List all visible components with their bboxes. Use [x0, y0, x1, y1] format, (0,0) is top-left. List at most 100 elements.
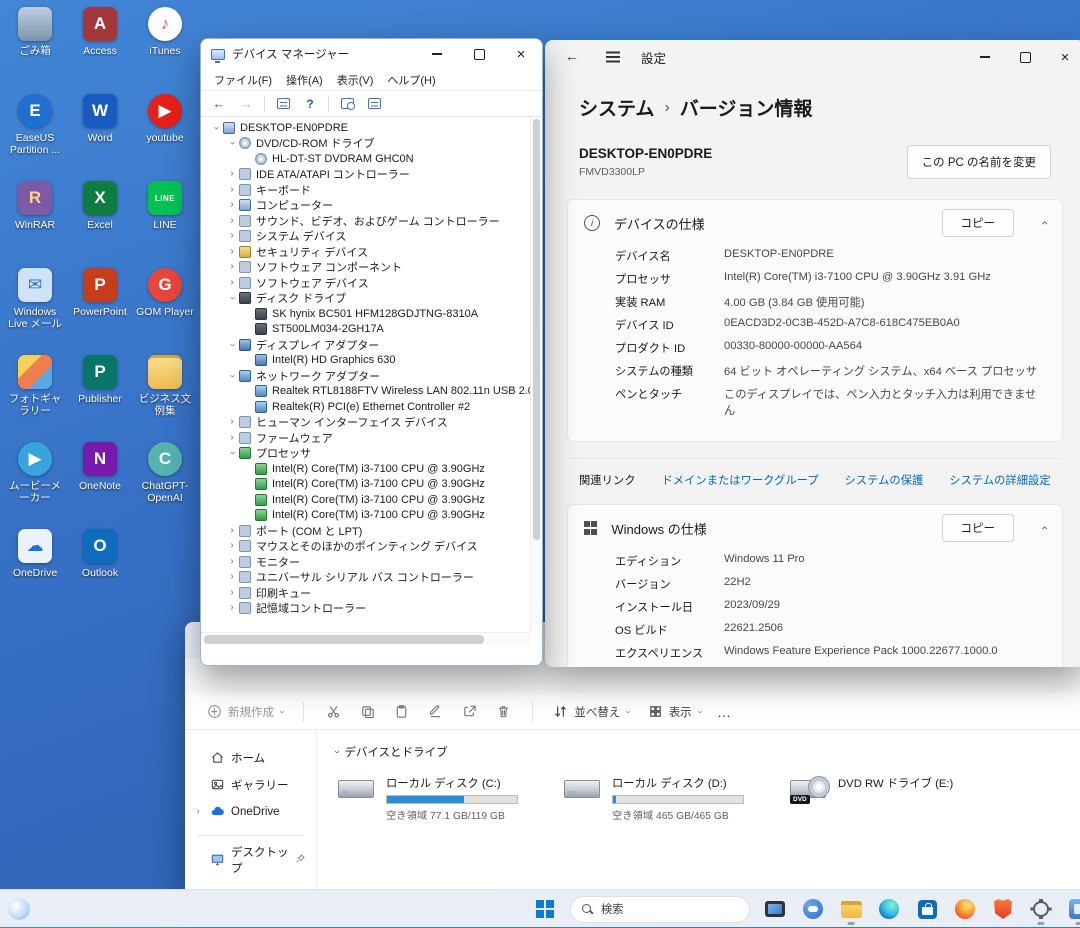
collapse-icon[interactable]: › [227, 369, 237, 383]
tree-item[interactable]: Intel(R) Core(TM) i3-7100 CPU @ 3.90GHz [201, 492, 530, 508]
expand-icon[interactable]: › [193, 806, 203, 817]
cut-icon[interactable] [318, 699, 348, 725]
drive-item[interactable]: DVD RW ドライブ (E:) [787, 772, 999, 825]
desktop-icon-recycle-bin[interactable]: ごみ箱 [4, 7, 66, 89]
copy-device-spec-button[interactable]: コピー [942, 209, 1015, 237]
expand-icon[interactable]: › [225, 262, 239, 272]
tree-item[interactable]: ›DESKTOP-EN0PDRE [201, 120, 530, 136]
expand-icon[interactable]: › [225, 200, 239, 210]
expand-icon[interactable]: › [225, 169, 239, 179]
expand-icon[interactable]: › [225, 541, 239, 551]
collapse-icon[interactable]: › [332, 750, 342, 753]
expand-icon[interactable]: › [225, 557, 239, 567]
tree-item[interactable]: ›IDE ATA/ATAPI コントローラー [201, 167, 530, 183]
menu-help[interactable]: ヘルプ(H) [380, 72, 442, 88]
desktop-icon-line[interactable]: LINELINE [134, 181, 196, 263]
settings-taskbar-button[interactable] [1024, 892, 1058, 926]
expand-icon[interactable]: › [225, 231, 239, 241]
tree-item[interactable]: ›セキュリティ デバイス [201, 244, 530, 260]
desktop-icon-gom-player[interactable]: GGOM Player [134, 268, 196, 350]
drive-item[interactable]: ローカル ディスク (D:)空き領域 465 GB/465 GB [561, 772, 773, 825]
collapse-icon[interactable]: › [227, 446, 237, 460]
chevron-up-icon[interactable]: › [1037, 221, 1051, 225]
edge-taskbar-button[interactable] [872, 892, 906, 926]
close-button[interactable] [1045, 40, 1080, 74]
desktop-icon-winrar[interactable]: RWinRAR [4, 181, 66, 263]
maximize-button[interactable] [458, 39, 500, 69]
tree-item[interactable]: Intel(R) Core(TM) i3-7100 CPU @ 3.90GHz [201, 477, 530, 493]
paste-icon[interactable] [386, 699, 416, 725]
tree-item[interactable]: ›印刷キュー [201, 585, 530, 601]
explorer-taskbar-button[interactable] [834, 892, 868, 926]
tree-item[interactable]: ›サウンド、ビデオ、およびゲーム コントローラー [201, 213, 530, 229]
widgets-icon[interactable] [8, 898, 30, 920]
expand-icon[interactable]: › [225, 572, 239, 582]
rename-icon[interactable] [420, 699, 450, 725]
related-link[interactable]: ドメインまたはワークグループ [662, 472, 819, 488]
desktop-icon-word[interactable]: WWord [69, 94, 131, 176]
copy-windows-spec-button[interactable]: コピー [942, 514, 1015, 542]
desktop-icon-chatgpt[interactable]: CChatGPT-OpenAI [134, 442, 196, 524]
close-button[interactable] [500, 39, 542, 69]
tree-item[interactable]: Realtek RTL8188FTV Wireless LAN 802.11n … [201, 384, 530, 400]
scrollbar-thumb[interactable] [204, 635, 484, 644]
chevron-up-icon[interactable]: › [1037, 526, 1051, 530]
scan-hardware-button[interactable] [335, 93, 359, 114]
tree-item[interactable]: ›マウスとそのほかのポインティング デバイス [201, 539, 530, 555]
expand-icon[interactable]: › [225, 278, 239, 288]
start-button[interactable] [528, 892, 562, 926]
desktop-icon-excel[interactable]: XExcel [69, 181, 131, 263]
menu-view[interactable]: 表示(V) [330, 72, 381, 88]
section-header-devices-and-drives[interactable]: › デバイスとドライブ [335, 744, 1080, 760]
tree-item[interactable]: ›ヒューマン インターフェイス デバイス [201, 415, 530, 431]
desktop-icon-easeus-partition[interactable]: EEaseUS Partition ... [4, 94, 66, 176]
store-taskbar-button[interactable] [910, 892, 944, 926]
tree-item[interactable]: ›ユニバーサル シリアル バス コントローラー [201, 570, 530, 586]
menu-action[interactable]: 操作(A) [279, 72, 330, 88]
collapse-icon[interactable]: › [211, 121, 221, 135]
firefox-taskbar-button[interactable] [948, 892, 982, 926]
collapse-icon[interactable]: › [227, 291, 237, 305]
chat-taskbar-button[interactable] [796, 892, 830, 926]
desktop-icon-windows-live-mail[interactable]: ✉Windows Live メール [4, 268, 66, 350]
delete-icon[interactable] [488, 699, 518, 725]
sidebar-item-onedrive[interactable]: ›OneDrive [185, 798, 316, 825]
tree-item[interactable]: SK hynix BC501 HFM128GDJTNG-8310A [201, 306, 530, 322]
breadcrumb-system[interactable]: システム [579, 94, 654, 121]
device-manager-taskbar-button[interactable] [1062, 892, 1080, 926]
menu-file[interactable]: ファイル(F) [207, 72, 279, 88]
sidebar-item-desktop[interactable]: デスクトップ [185, 846, 316, 873]
sort-button[interactable]: 並べ替え › [547, 700, 635, 724]
tree-item[interactable]: ›ソフトウェア コンポーネント [201, 260, 530, 276]
desktop-icon-onenote[interactable]: NOneNote [69, 442, 131, 524]
tree-item[interactable]: Realtek(R) PCI(e) Ethernet Controller #2 [201, 399, 530, 415]
expand-icon[interactable]: › [225, 247, 239, 257]
tree-item[interactable]: ›ネットワーク アダプター [201, 368, 530, 384]
tree-item[interactable]: ›DVD/CD-ROM ドライブ [201, 136, 530, 152]
pc-taskbar-button[interactable] [758, 892, 792, 926]
drive-item[interactable]: ローカル ディスク (C:)空き領域 77.1 GB/119 GB [335, 772, 547, 825]
vertical-scrollbar[interactable] [530, 117, 542, 631]
expand-icon[interactable]: › [225, 526, 239, 536]
view-button[interactable]: 表示 › [642, 700, 707, 724]
horizontal-scrollbar[interactable] [201, 632, 530, 645]
desktop-icon-itunes[interactable]: ♪iTunes [134, 7, 196, 89]
desktop-icon-publisher[interactable]: PPublisher [69, 355, 131, 437]
related-link[interactable]: システムの保護 [845, 472, 924, 488]
tree-item[interactable]: ›コンピューター [201, 198, 530, 214]
scrollbar-thumb[interactable] [533, 119, 540, 540]
tree-item[interactable]: Intel(R) HD Graphics 630 [201, 353, 530, 369]
sidebar-item-home[interactable]: ホーム [185, 744, 316, 771]
navigation-menu-button[interactable] [596, 40, 630, 74]
tree-item[interactable]: ›ディスク ドライブ [201, 291, 530, 307]
help-button[interactable]: ? [298, 93, 322, 114]
tree-item[interactable]: ›記憶域コントローラー [201, 601, 530, 617]
desktop-icon-business-docs[interactable]: ビジネス文例集 [134, 355, 196, 437]
share-icon[interactable] [454, 699, 484, 725]
expand-icon[interactable]: › [225, 433, 239, 443]
expand-icon[interactable]: › [225, 588, 239, 598]
tree-item[interactable]: ›ファームウェア [201, 430, 530, 446]
tree-item[interactable]: ›モニター [201, 554, 530, 570]
tree-item[interactable]: ›ポート (COM と LPT) [201, 523, 530, 539]
minimize-button[interactable] [416, 39, 458, 69]
